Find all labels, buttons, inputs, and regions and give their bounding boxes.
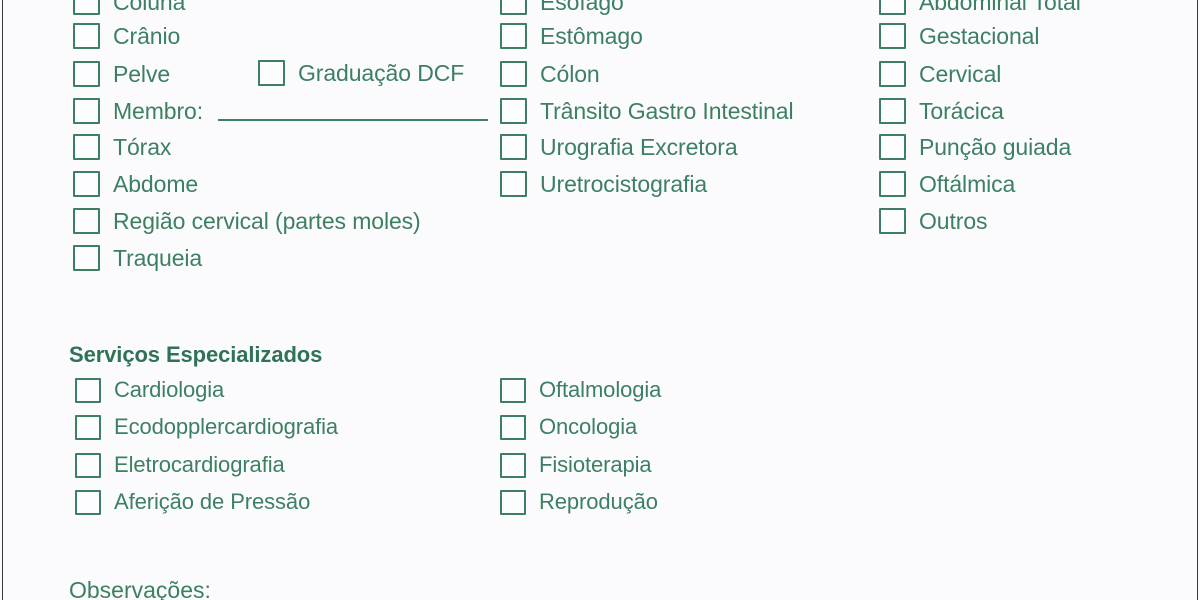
checkbox-label-membro: Membro: bbox=[113, 98, 204, 124]
checkbox-row-graduacao-dcf[interactable]: Graduação DCF bbox=[258, 60, 464, 86]
checkbox-row-cervical[interactable]: Cervical bbox=[879, 61, 1001, 87]
section-heading-servicos-especializados: Serviços Especializados bbox=[69, 342, 323, 367]
checkbox-row-toracica[interactable]: Torácica bbox=[879, 98, 1004, 124]
checkbox-traqueia[interactable] bbox=[73, 245, 100, 271]
checkbox-label-colon: Cólon bbox=[540, 61, 600, 87]
checkbox-label-afericao-de-pressao: Aferição de Pressão bbox=[114, 489, 311, 514]
checkbox-label-fisioterapia: Fisioterapia bbox=[539, 452, 652, 477]
checkbox-label-reproducao: Reprodução bbox=[539, 489, 658, 514]
page-left-border bbox=[2, 0, 3, 600]
checkbox-label-oftalmica: Oftálmica bbox=[919, 171, 1016, 197]
checkbox-label-abdominal-total: Abdominal Total bbox=[919, 0, 1081, 15]
checkbox-esofago[interactable] bbox=[500, 0, 527, 15]
checkbox-row-oncologia[interactable]: Oncologia bbox=[500, 414, 637, 440]
checkbox-cranio[interactable] bbox=[73, 23, 100, 49]
checkbox-coluna[interactable] bbox=[73, 0, 100, 15]
checkbox-colon[interactable] bbox=[500, 61, 527, 87]
observations-label: Observações: bbox=[69, 577, 211, 600]
checkbox-label-abdome: Abdome bbox=[113, 171, 199, 197]
checkbox-label-cranio: Crânio bbox=[113, 23, 181, 49]
checkbox-eletrocardiografia[interactable] bbox=[75, 452, 101, 478]
checkbox-row-pelve[interactable]: Pelve bbox=[73, 61, 170, 87]
checkbox-label-cardiologia: Cardiologia bbox=[114, 377, 225, 402]
checkbox-row-oftalmica[interactable]: Oftálmica bbox=[879, 171, 1015, 197]
checkbox-row-estomago[interactable]: Estômago bbox=[500, 23, 643, 49]
checkbox-label-estomago: Estômago bbox=[540, 23, 643, 49]
checkbox-abdome[interactable] bbox=[73, 171, 100, 197]
checkbox-gestacional[interactable] bbox=[879, 23, 906, 49]
checkbox-label-esofago: Esôfago bbox=[540, 0, 624, 15]
checkbox-row-membro[interactable]: Membro: bbox=[73, 98, 203, 124]
checkbox-label-gestacional: Gestacional bbox=[919, 23, 1040, 49]
checkbox-row-gestacional[interactable]: Gestacional bbox=[879, 23, 1039, 49]
checkbox-row-cranio[interactable]: Crânio bbox=[73, 23, 180, 49]
checkbox-label-urografia-excretora: Urografia Excretora bbox=[540, 134, 738, 160]
checkbox-outros[interactable] bbox=[879, 208, 906, 234]
checkbox-row-esofago[interactable]: Esôfago bbox=[500, 0, 624, 15]
checkbox-puncao-guiada[interactable] bbox=[879, 134, 906, 160]
membro-fill-in-line[interactable] bbox=[218, 119, 488, 121]
checkbox-reproducao[interactable] bbox=[500, 489, 526, 515]
checkbox-label-toracica: Torácica bbox=[919, 98, 1004, 124]
checkbox-row-regiao-cervical[interactable]: Região cervical (partes moles) bbox=[73, 208, 421, 234]
checkbox-estomago[interactable] bbox=[500, 23, 527, 49]
checkbox-oftalmologia[interactable] bbox=[500, 377, 526, 403]
checkbox-label-eletrocardiografia: Eletrocardiografia bbox=[114, 452, 285, 477]
checkbox-regiao-cervical[interactable] bbox=[73, 208, 100, 234]
checkbox-torax[interactable] bbox=[73, 134, 100, 160]
checkbox-cervical[interactable] bbox=[879, 61, 906, 87]
checkbox-membro[interactable] bbox=[73, 98, 100, 124]
checkbox-row-ecodopplercardiografia[interactable]: Ecodopplercardiografia bbox=[75, 414, 338, 440]
checkbox-row-transito-gastro-intestinal[interactable]: Trânsito Gastro Intestinal bbox=[500, 98, 794, 124]
checkbox-ecodopplercardiografia[interactable] bbox=[75, 414, 101, 440]
checkbox-row-oftalmologia[interactable]: Oftalmologia bbox=[500, 377, 661, 403]
checkbox-afericao-de-pressao[interactable] bbox=[75, 489, 101, 515]
checkbox-row-afericao-de-pressao[interactable]: Aferição de Pressão bbox=[75, 489, 310, 515]
checkbox-row-abdome[interactable]: Abdome bbox=[73, 171, 198, 197]
checkbox-urografia-excretora[interactable] bbox=[500, 134, 527, 160]
checkbox-toracica[interactable] bbox=[879, 98, 906, 124]
checkbox-row-torax[interactable]: Tórax bbox=[73, 134, 171, 160]
checkbox-row-colon[interactable]: Cólon bbox=[500, 61, 600, 87]
checkbox-row-traqueia[interactable]: Traqueia bbox=[73, 245, 202, 271]
checkbox-label-graduacao-dcf: Graduação DCF bbox=[298, 60, 465, 86]
checkbox-row-abdominal-total[interactable]: Abdominal Total bbox=[879, 0, 1081, 15]
checkbox-label-ecodopplercardiografia: Ecodopplercardiografia bbox=[114, 414, 339, 439]
checkbox-row-eletrocardiografia[interactable]: Eletrocardiografia bbox=[75, 452, 285, 478]
checkbox-fisioterapia[interactable] bbox=[500, 452, 526, 478]
checkbox-oncologia[interactable] bbox=[500, 414, 526, 440]
checkbox-cardiologia[interactable] bbox=[75, 377, 101, 403]
checkbox-label-pelve: Pelve bbox=[113, 61, 171, 87]
checkbox-row-puncao-guiada[interactable]: Punção guiada bbox=[879, 134, 1071, 160]
checkbox-label-torax: Tórax bbox=[113, 134, 172, 160]
checkbox-pelve[interactable] bbox=[73, 61, 100, 87]
checkbox-row-uretrocistografia[interactable]: Uretrocistografia bbox=[500, 171, 707, 197]
checkbox-label-traqueia: Traqueia bbox=[113, 245, 203, 271]
checkbox-row-urografia-excretora[interactable]: Urografia Excretora bbox=[500, 134, 738, 160]
checkbox-row-cardiologia[interactable]: Cardiologia bbox=[75, 377, 224, 403]
checkbox-label-coluna: Coluna bbox=[113, 0, 186, 15]
checkbox-oftalmica[interactable] bbox=[879, 171, 906, 197]
checkbox-abdominal-total[interactable] bbox=[879, 0, 906, 15]
page-right-border bbox=[1197, 0, 1198, 600]
exam-request-form-page: Coluna Crânio Pelve Graduação DCF Membro… bbox=[0, 0, 1200, 600]
checkbox-label-oftalmologia: Oftalmologia bbox=[539, 377, 662, 402]
checkbox-row-fisioterapia[interactable]: Fisioterapia bbox=[500, 452, 652, 478]
checkbox-row-reproducao[interactable]: Reprodução bbox=[500, 489, 658, 515]
checkbox-label-oncologia: Oncologia bbox=[539, 414, 638, 439]
checkbox-uretrocistografia[interactable] bbox=[500, 171, 527, 197]
checkbox-transito-gastro-intestinal[interactable] bbox=[500, 98, 527, 124]
checkbox-label-puncao-guiada: Punção guiada bbox=[919, 134, 1072, 160]
checkbox-label-regiao-cervical: Região cervical (partes moles) bbox=[113, 208, 421, 234]
checkbox-label-cervical: Cervical bbox=[919, 61, 1002, 87]
checkbox-row-coluna[interactable]: Coluna bbox=[73, 0, 185, 15]
checkbox-row-outros[interactable]: Outros bbox=[879, 208, 988, 234]
checkbox-label-transito-gastro-intestinal: Trânsito Gastro Intestinal bbox=[540, 98, 794, 124]
checkbox-graduacao-dcf[interactable] bbox=[258, 60, 285, 86]
checkbox-label-outros: Outros bbox=[919, 208, 988, 234]
checkbox-label-uretrocistografia: Uretrocistografia bbox=[540, 171, 708, 197]
